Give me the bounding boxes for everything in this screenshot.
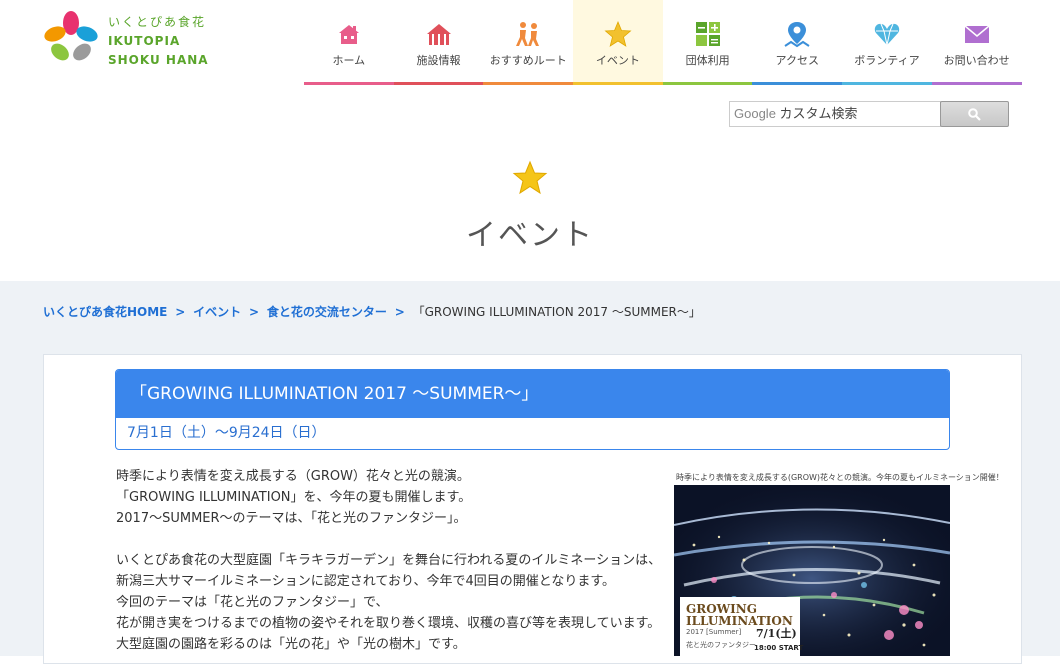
nav-color-bar — [304, 82, 394, 85]
nav-color-bar — [483, 82, 574, 85]
home-icon — [338, 25, 359, 44]
calculator-icon — [695, 22, 720, 46]
nav-item-contact[interactable]: お問い合わせ — [931, 0, 1022, 85]
tent-icon — [426, 24, 451, 45]
flower-logo-icon — [44, 11, 98, 61]
breadcrumb: いくとぴあ食花HOME > イベント > 食と花の交流センター > 「GROWI… — [43, 303, 701, 320]
breadcrumb-separator: > — [248, 305, 260, 319]
poster-year: 2017 [Summer] — [686, 628, 742, 636]
poster-date: 7/1(土) — [756, 627, 797, 640]
search-icon — [968, 108, 981, 121]
description-line: 大型庭園の園路を彩るのは「光の花」や「光の樹木」です。 — [116, 637, 466, 652]
nav-label: アクセス — [775, 54, 819, 67]
nav-item-routes[interactable]: おすすめルート — [483, 0, 574, 85]
description-line: 「GROWING ILLUMINATION」を、今年の夏も開催します。 — [116, 490, 472, 505]
nav-label: ホーム — [332, 54, 366, 67]
event-date: 7月1日（土）～9月24日（日） — [127, 425, 326, 441]
search-input[interactable]: Google カスタム検索 — [729, 101, 941, 127]
nav-label: ボランティア — [854, 54, 920, 67]
description-line: 時季により表情を変え成長する（GROW）花々と光の競演。 — [116, 469, 470, 484]
nav-color-bar — [931, 82, 1022, 85]
poster-start-time: 18:00 START — [754, 644, 804, 652]
description-line: 新潟三大サマーイルミネーションに認定されており、今年で4回目の開催となります。 — [116, 574, 616, 589]
nav-label: お問い合わせ — [943, 54, 1010, 67]
page-heading: イベント — [0, 160, 1060, 254]
nav-item-volunteer[interactable]: ボランティア — [842, 0, 932, 85]
nav-item-facilities[interactable]: 施設情報 — [393, 0, 484, 85]
nav-item-home[interactable]: ホーム — [304, 0, 394, 85]
search-brand: Google — [734, 106, 776, 121]
event-poster-image[interactable]: GROWING ILLUMINATION 2017 [Summer] 花と光のフ… — [674, 485, 950, 656]
nav-label: イベント — [595, 54, 640, 67]
breadcrumb-separator: > — [394, 305, 405, 319]
breadcrumb-home-link[interactable]: いくとぴあ食花HOME — [43, 305, 167, 319]
nav-label: おすすめルート — [489, 54, 567, 67]
event-title-box: 「GROWING ILLUMINATION 2017 ～SUMMER～」 7月1… — [115, 369, 950, 450]
search-placeholder: カスタム検索 — [779, 106, 858, 121]
logo-name-en-1: IKUTOPIA — [108, 34, 181, 48]
map-pin-icon — [784, 22, 810, 48]
nav-item-groups[interactable]: 団体利用 — [662, 0, 753, 85]
breadcrumb-current: 「GROWING ILLUMINATION 2017 ～SUMMER～」 — [412, 305, 701, 319]
logo-name-kana: いくとぴあ食花 — [108, 15, 207, 29]
star-icon — [512, 160, 548, 195]
description-line: 花が開き実をつけるまでの植物の姿やそれを取り巻く環境、収穫の喜び等を表現していま… — [116, 616, 661, 631]
event-description: 時季により表情を変え成長する（GROW）花々と光の競演。 「GROWING IL… — [116, 466, 666, 655]
logo-text: いくとぴあ食花 IKUTOPIA SHOKU HANA — [108, 13, 209, 70]
nav-item-access[interactable]: アクセス — [752, 0, 843, 85]
site-logo[interactable]: いくとぴあ食花 IKUTOPIA SHOKU HANA — [42, 10, 242, 70]
description-line: 今回のテーマは「花と光のファンタジー」で、 — [116, 595, 389, 610]
poster-theme: 花と光のファンタジー — [686, 641, 756, 649]
envelope-icon — [964, 25, 990, 43]
nav-color-bar — [662, 82, 753, 85]
star-icon — [604, 20, 632, 47]
nav-color-bar — [752, 82, 843, 85]
breadcrumb-separator: > — [175, 305, 186, 319]
nav-label: 施設情報 — [416, 54, 461, 67]
nav-item-events[interactable]: イベント — [573, 0, 663, 85]
main-nav: ホーム 施設情報 おすすめルート イベント 団体利用 アクセス ボランティア お… — [304, 0, 1022, 85]
description-line: 2017～SUMMER～のテーマは、「花と光のファンタジー」。 — [116, 511, 467, 526]
nav-label: 団体利用 — [685, 54, 730, 67]
breadcrumb-center-link[interactable]: 食と花の交流センター — [267, 305, 387, 319]
page-title: イベント — [466, 218, 594, 253]
event-title: 「GROWING ILLUMINATION 2017 ～SUMMER～」 — [116, 370, 949, 418]
nav-color-bar — [842, 82, 932, 85]
poster-caption: 時季により表情を変え成長する(GROW)花々との競演。今年の夏もイルミネーション… — [676, 473, 1004, 482]
description-line: いくとぴあ食花の大型庭園「キラキラガーデン」を舞台に行われる夏のイルミネーション… — [116, 553, 662, 568]
search-button[interactable] — [940, 101, 1009, 127]
heart-gem-icon — [874, 23, 900, 46]
nav-color-bar — [573, 82, 663, 85]
logo-name-en-2: SHOKU HANA — [108, 53, 209, 67]
walking-people-icon — [516, 22, 540, 46]
nav-color-bar — [393, 82, 484, 85]
breadcrumb-events-link[interactable]: イベント — [193, 305, 241, 319]
